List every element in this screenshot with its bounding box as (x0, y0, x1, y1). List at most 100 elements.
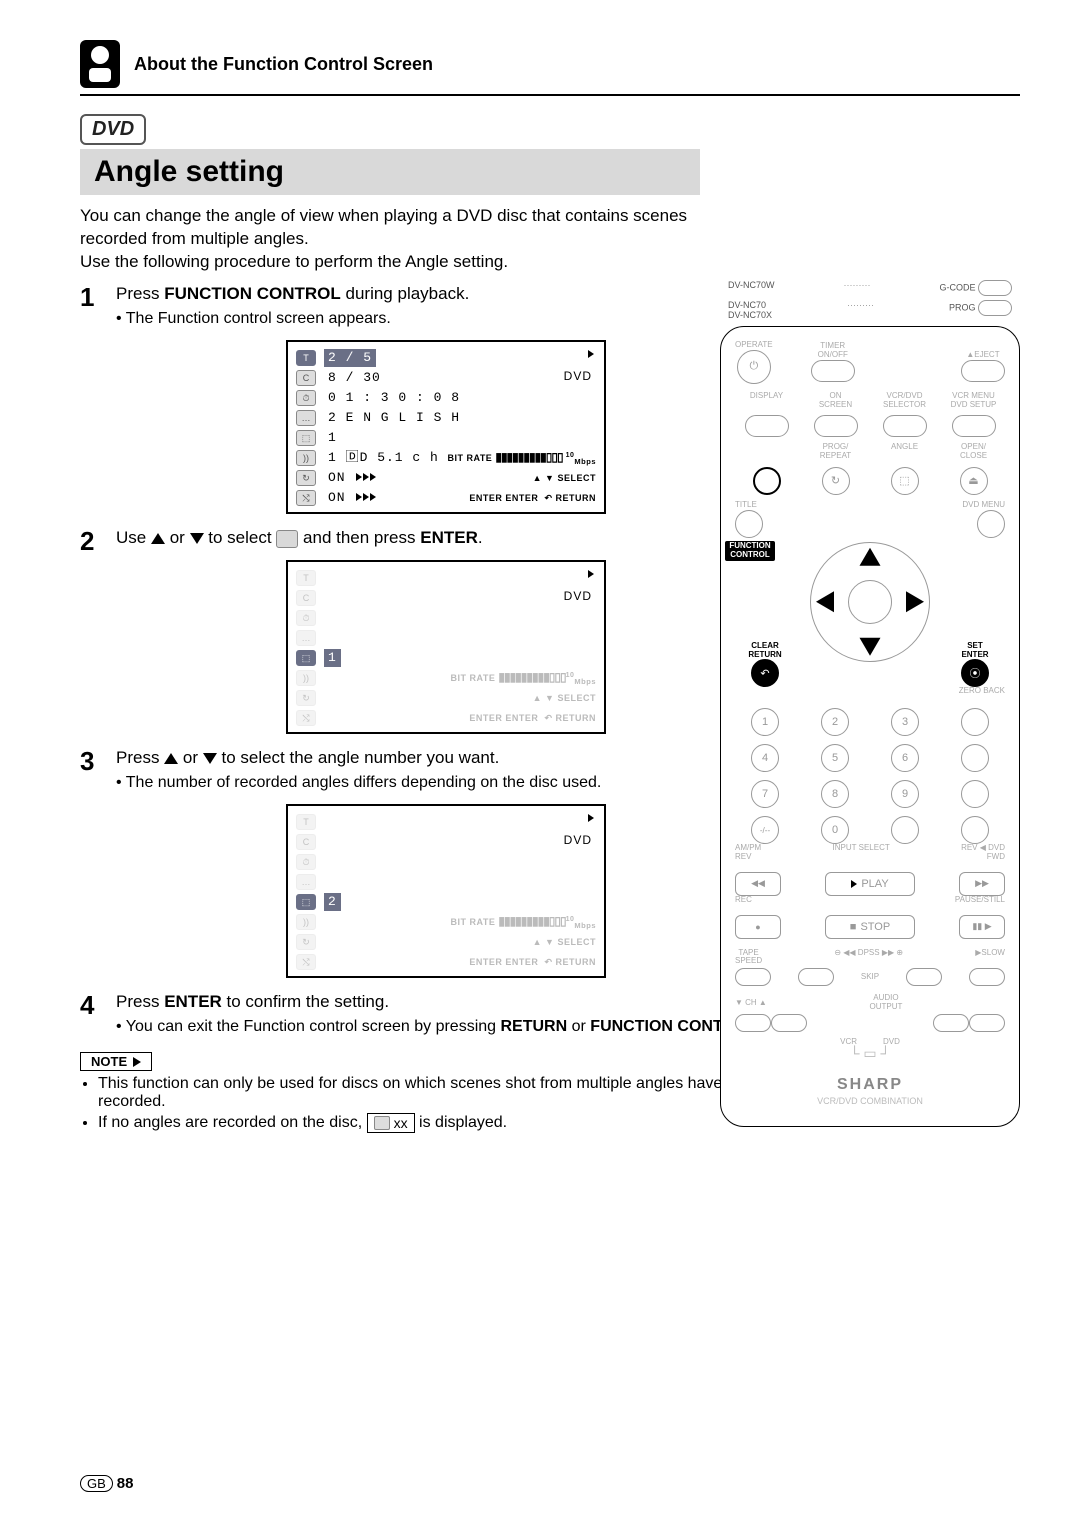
step3-b: or (178, 748, 203, 767)
angle-icon: ⬚ (296, 430, 316, 446)
num-9-button[interactable]: 9 (891, 780, 919, 808)
clear-return-button[interactable]: ↶ (751, 659, 779, 687)
num-1-button[interactable]: 1 (751, 708, 779, 736)
openclose-button[interactable]: ⏏ (960, 467, 988, 495)
revdvd-button[interactable] (961, 816, 989, 844)
repeat-icon: ↻ (296, 470, 316, 486)
enter-label: ENTER (505, 957, 538, 967)
step2-c: to select (204, 528, 277, 547)
pause-button[interactable]: ▮▮ ▶ (959, 915, 1005, 939)
num-5-button[interactable]: 5 (821, 744, 849, 772)
setenter-label: SET ENTER (945, 642, 1005, 660)
vcr-dvd-selector-icon: └ ▭ ┘ (735, 1045, 1005, 1062)
bitrate-bars-icon: ▮▮▮▮▮▮▮▮▮▯▯▯ (495, 450, 562, 464)
function-control-button[interactable] (753, 467, 781, 495)
title-icon: T (296, 570, 316, 586)
subtitle-icon: … (296, 874, 316, 890)
zeroback-button[interactable] (961, 708, 989, 736)
up-pill-icon: ▲ (533, 693, 542, 703)
man-icon (80, 40, 120, 88)
num-2-button[interactable]: 2 (821, 708, 849, 736)
osd-screen-1: DVD T2 / 5 C8 / 30 ⏱0 1 : 3 0 : 0 8 …2 E… (286, 340, 606, 514)
ampm-button[interactable]: -/-- (751, 816, 779, 844)
title-label: TITLE (735, 501, 757, 510)
return-label: RETURN (556, 493, 597, 503)
audio-output-button[interactable] (933, 1014, 969, 1032)
header-bar: About the Function Control Screen (80, 40, 1020, 96)
stop-button[interactable]: ■ STOP (825, 915, 915, 939)
header-title: About the Function Control Screen (134, 54, 433, 75)
angle-icon: ⬚ (296, 894, 316, 910)
note-2: If no angles are recorded on the disc, x… (98, 1113, 800, 1133)
select-label: SELECT (557, 937, 596, 947)
operate-button[interactable]: ⏻ (737, 350, 771, 384)
num-8-button[interactable]: 8 (821, 780, 849, 808)
ch-up-button[interactable] (771, 1014, 807, 1032)
bitrate-unit: Mbps (574, 676, 596, 685)
angle-mini-icon (374, 1116, 390, 1130)
dvdmenu-button[interactable] (977, 510, 1005, 538)
section-title: Angle setting (80, 149, 700, 195)
osd-repeat-value: ON (324, 469, 350, 487)
rec-button[interactable]: ● (735, 915, 781, 939)
fast-forward-icon (356, 469, 377, 487)
osd-audio-value: 1 🄳D 5.1 c h (324, 449, 443, 467)
tapespeed-label: TAPE SPEED (735, 949, 762, 967)
osd-dvd-label: DVD (564, 368, 592, 385)
ch-down-button[interactable] (735, 1014, 771, 1032)
set-enter-button[interactable]: ⦿ (961, 659, 989, 687)
vcrdvd-button[interactable] (883, 415, 927, 437)
num-7-button[interactable]: 7 (751, 780, 779, 808)
repeat-icon: ↻ (296, 690, 316, 706)
enter-pill: ENTER (469, 493, 502, 503)
osd-time-value: 0 1 : 3 0 : 0 8 (324, 389, 464, 407)
clock-icon: ⏱ (296, 610, 316, 626)
num-6-button[interactable]: 6 (891, 744, 919, 772)
slow-button[interactable] (969, 968, 1005, 986)
play-icon (588, 570, 594, 578)
eject-label: ▲EJECT (961, 351, 1005, 360)
num-4-button[interactable]: 4 (751, 744, 779, 772)
play-button[interactable]: PLAY (825, 872, 915, 896)
title-button[interactable] (735, 510, 763, 538)
fwd-button[interactable]: ▶▶ (959, 872, 1005, 896)
bitrate-bars-icon: ▮▮▮▮▮▮▮▮▮▯▯▯ (498, 670, 565, 684)
skip-next-button[interactable] (906, 968, 942, 986)
timer-button[interactable] (811, 360, 855, 382)
onscreen-button[interactable] (814, 415, 858, 437)
dpad (810, 542, 930, 662)
random-icon: ⤭ (296, 710, 316, 726)
step4-c: to confirm the setting. (222, 992, 389, 1011)
dpad-center-button[interactable] (848, 580, 892, 624)
down-arrow-icon (203, 753, 217, 764)
progrepeat-button[interactable]: ↻ (822, 467, 850, 495)
step-number: 2 (80, 526, 116, 554)
skipsearch-button[interactable] (961, 744, 989, 772)
num-3-button[interactable]: 3 (891, 708, 919, 736)
return-arrow-icon: ↶ (544, 713, 552, 723)
rev-button[interactable]: ◀◀ (735, 872, 781, 896)
extra-button[interactable] (969, 1014, 1005, 1032)
blank-button[interactable] (891, 816, 919, 844)
osd-chapter-value: 8 / 30 (324, 369, 385, 387)
angle-button[interactable]: ⬚ (891, 467, 919, 495)
brand-sub: VCR/DVD COMBINATION (735, 1096, 1005, 1106)
step1-text-c: during playback. (341, 284, 470, 303)
select-label: SELECT (557, 693, 596, 703)
eject-button[interactable] (961, 360, 1005, 382)
play-icon (588, 350, 594, 358)
ch-label: CH (745, 998, 757, 1007)
tapespeed-button[interactable] (735, 968, 771, 986)
display-button[interactable] (745, 415, 789, 437)
vcrmenu-button[interactable] (952, 415, 996, 437)
subtitle-icon: … (296, 410, 316, 426)
fwd-label: FWD (987, 853, 1005, 862)
random-icon: ⤭ (296, 954, 316, 970)
num-0-button[interactable]: 0 (821, 816, 849, 844)
inputselect-button[interactable] (961, 780, 989, 808)
osd-title-value: 2 / 5 (324, 349, 376, 367)
enter-pill: ENTER (469, 713, 502, 723)
enter-label: ENTER (505, 493, 538, 503)
skip-prev-button[interactable] (798, 968, 834, 986)
step3-c: to select the angle number you want. (217, 748, 500, 767)
